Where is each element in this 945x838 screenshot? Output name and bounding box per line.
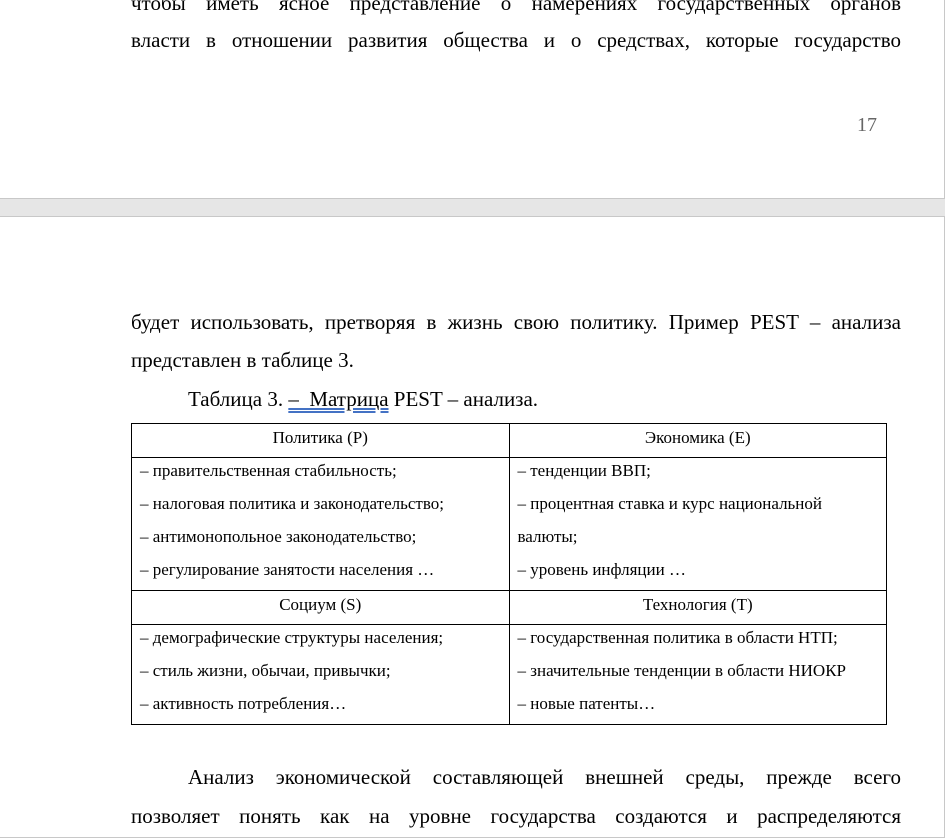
caption-spellcheck-underline[interactable]: – Матрица <box>288 387 388 411</box>
list-item: – стиль жизни, обычаи, привычки; <box>140 661 391 680</box>
cell-technology: – государственная политика в области НТП… <box>508 624 887 725</box>
page-number: 17 <box>857 114 877 136</box>
text-line: чтобы иметь ясное представление о намере… <box>131 0 901 15</box>
text-line: позволяет понять как на уровне государст… <box>131 804 901 828</box>
cell-social: – демографические структуры населения; – … <box>131 624 510 725</box>
list-item: – правительственная стабильность; <box>140 461 397 480</box>
list-item: – регулирование занятости населения … <box>140 560 435 579</box>
pest-table: Политика (P) Экономика (E) – правительств… <box>131 423 887 725</box>
table-caption: Таблица 3. – Матрица PEST – анализа. <box>188 387 538 412</box>
header-economics: Экономика (E) <box>508 423 887 458</box>
text-line: представлен в таблице 3. <box>131 348 354 372</box>
list-item: – уровень инфляции … <box>517 560 686 579</box>
list-item: – государственная политика в области НТП… <box>517 628 838 647</box>
list-item: – новые патенты… <box>517 694 656 713</box>
text-line: Анализ экономической составляющей внешне… <box>188 765 901 789</box>
page-17: чтобы иметь ясное представление о намере… <box>0 0 945 199</box>
list-item: – демографические структуры населения; <box>140 628 444 647</box>
list-item: валюты; <box>517 527 578 546</box>
list-item: – активность потребления… <box>140 694 347 713</box>
text-line: власти в отношении развития общества и о… <box>131 28 901 52</box>
list-item: – налоговая политика и законодательство; <box>140 494 444 513</box>
caption-prefix: Таблица 3. <box>188 387 289 411</box>
header-social: Социум (S) <box>131 590 510 625</box>
header-politics: Политика (P) <box>131 423 510 458</box>
list-item: – значительные тенденции в области НИОКР <box>517 661 847 680</box>
page-18: будет использовать, претворяя в жизнь св… <box>0 216 945 838</box>
list-item: – антимонопольное законодательство; <box>140 527 417 546</box>
list-item: – процентная ставка и курс национальной <box>517 494 823 513</box>
cell-economics: – тенденции ВВП; – процентная ставка и ку… <box>508 457 887 591</box>
cell-politics: – правительственная стабильность; – налог… <box>131 457 510 591</box>
list-item: – тенденции ВВП; <box>517 461 651 480</box>
text-line: будет использовать, претворяя в жизнь св… <box>131 310 901 334</box>
caption-suffix: PEST – анализа. <box>388 387 539 411</box>
header-technology: Технология (T) <box>508 590 887 625</box>
